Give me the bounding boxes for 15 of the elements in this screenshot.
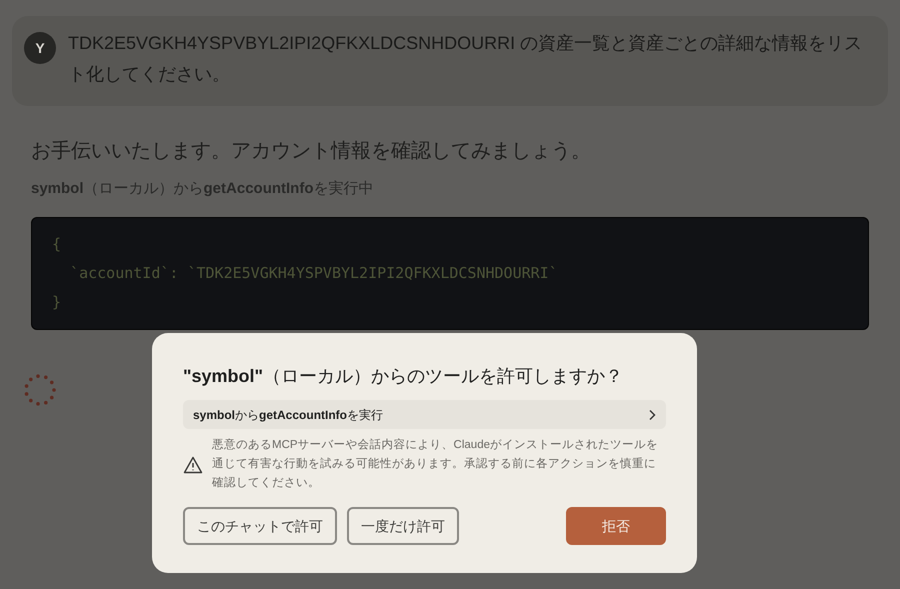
code-line: } bbox=[52, 292, 62, 312]
warning-text: 悪意のあるMCPサーバーや会話内容により、Claudeがインストールされたツールを通じて有害な行動を試みる可能性があります。承認する前に各アクションを慎重に確認してください。 bbox=[212, 437, 659, 491]
user-message-text: TDK2E5VGKH4YSPVBYL2IPI2QFKXLDCSNHDOURRI の資産一覧と資産ごとの詳細な情報をリスト化してください。 bbox=[68, 32, 864, 86]
tool-detail-row[interactable]: symbolからgetAccountInfoを実行 bbox=[183, 400, 666, 429]
chevron-right-icon bbox=[648, 408, 656, 420]
code-line: { bbox=[52, 234, 62, 254]
code-line: `accountId`: `TDK2E5VGKH4YSPVBYL2IPI2QFKXLDCSNHDOURRI` bbox=[69, 262, 559, 284]
deny-button[interactable]: 拒否 bbox=[566, 507, 666, 545]
assistant-intro: お手伝いいたします。アカウント情報を確認してみましょう。 bbox=[31, 139, 592, 164]
dialog-title: "symbol"（ローカル）からのツールを許可しますか？ bbox=[183, 365, 624, 388]
warning-icon bbox=[183, 456, 203, 474]
spinner-icon bbox=[24, 374, 56, 406]
user-avatar: Y bbox=[24, 32, 56, 64]
allow-button[interactable]: このチャットで許可 bbox=[183, 507, 337, 545]
allow-button[interactable]: 一度だけ許可 bbox=[347, 507, 459, 545]
